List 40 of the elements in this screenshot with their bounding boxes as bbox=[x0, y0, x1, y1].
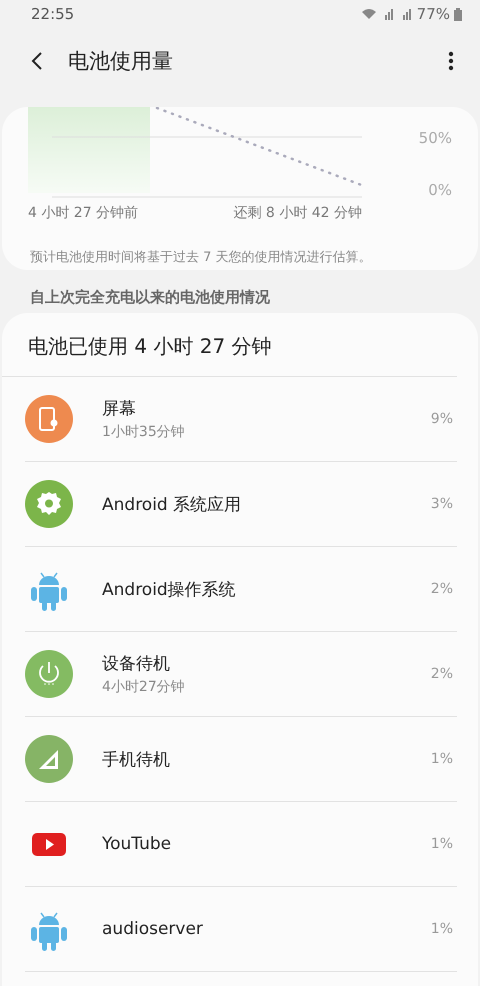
app-name: Android 系统应用 bbox=[102, 494, 242, 516]
app-usage-item[interactable]: 屏幕 1小时35分钟 9% bbox=[25, 377, 457, 462]
battery-percent: 77% bbox=[416, 5, 450, 23]
phone-screen-icon bbox=[25, 395, 73, 443]
app-name: 手机待机 bbox=[102, 748, 171, 770]
usage-percent: 1% bbox=[430, 751, 453, 767]
gear-icon bbox=[25, 480, 73, 528]
app-name: audioserver bbox=[102, 919, 204, 939]
app-usage-item[interactable]: 设备待机 4小时27分钟 2% bbox=[25, 632, 457, 717]
app-name: Android操作系统 bbox=[102, 578, 237, 600]
axis-label: 50% bbox=[418, 129, 452, 147]
app-name: YouTube bbox=[102, 834, 172, 854]
signal-icon bbox=[25, 735, 73, 783]
usage-percent: 3% bbox=[430, 496, 453, 512]
battery-icon bbox=[454, 8, 462, 20]
app-usage-item[interactable]: YouTube 1% bbox=[25, 802, 457, 887]
more-options-icon bbox=[448, 51, 454, 71]
app-name: 设备待机 bbox=[102, 653, 171, 675]
usage-percent: 9% bbox=[430, 411, 453, 427]
section-title: 自上次完全充电以来的电池使用情况 bbox=[29, 287, 271, 308]
wifi-icon bbox=[360, 8, 377, 20]
page-title: 电池使用量 bbox=[68, 48, 174, 75]
usage-percent: 1% bbox=[430, 836, 453, 852]
usage-time: 4小时27分钟 bbox=[102, 678, 186, 696]
estimate-note: 预计电池使用时间将基于过去 7 天您的使用情况进行估算。 bbox=[29, 249, 373, 266]
usage-percent: 2% bbox=[430, 666, 453, 682]
app-usage-item[interactable]: Android操作系统 2% bbox=[25, 547, 457, 632]
app-usage-item[interactable]: Android 系统应用 3% bbox=[25, 462, 457, 547]
app-usage-item[interactable]: 手机待机 1% bbox=[25, 717, 457, 802]
usage-summary: 电池已使用 4 小时 27 分钟 bbox=[2, 313, 457, 377]
usage-percent: 2% bbox=[430, 581, 453, 597]
status-time: 22:55 bbox=[31, 5, 74, 23]
axis-label: 4 小时 27 分钟前 bbox=[28, 204, 138, 222]
app-name: 屏幕 bbox=[102, 398, 137, 420]
axis-label: 还剩 8 小时 42 分钟 bbox=[233, 204, 362, 222]
usage-time: 1小时35分钟 bbox=[102, 423, 186, 441]
power-icon bbox=[25, 650, 73, 698]
axis-label: 0% bbox=[428, 181, 452, 199]
app-usage-item[interactable]: audioserver 1% bbox=[25, 887, 457, 972]
usage-percent: 1% bbox=[430, 921, 453, 937]
